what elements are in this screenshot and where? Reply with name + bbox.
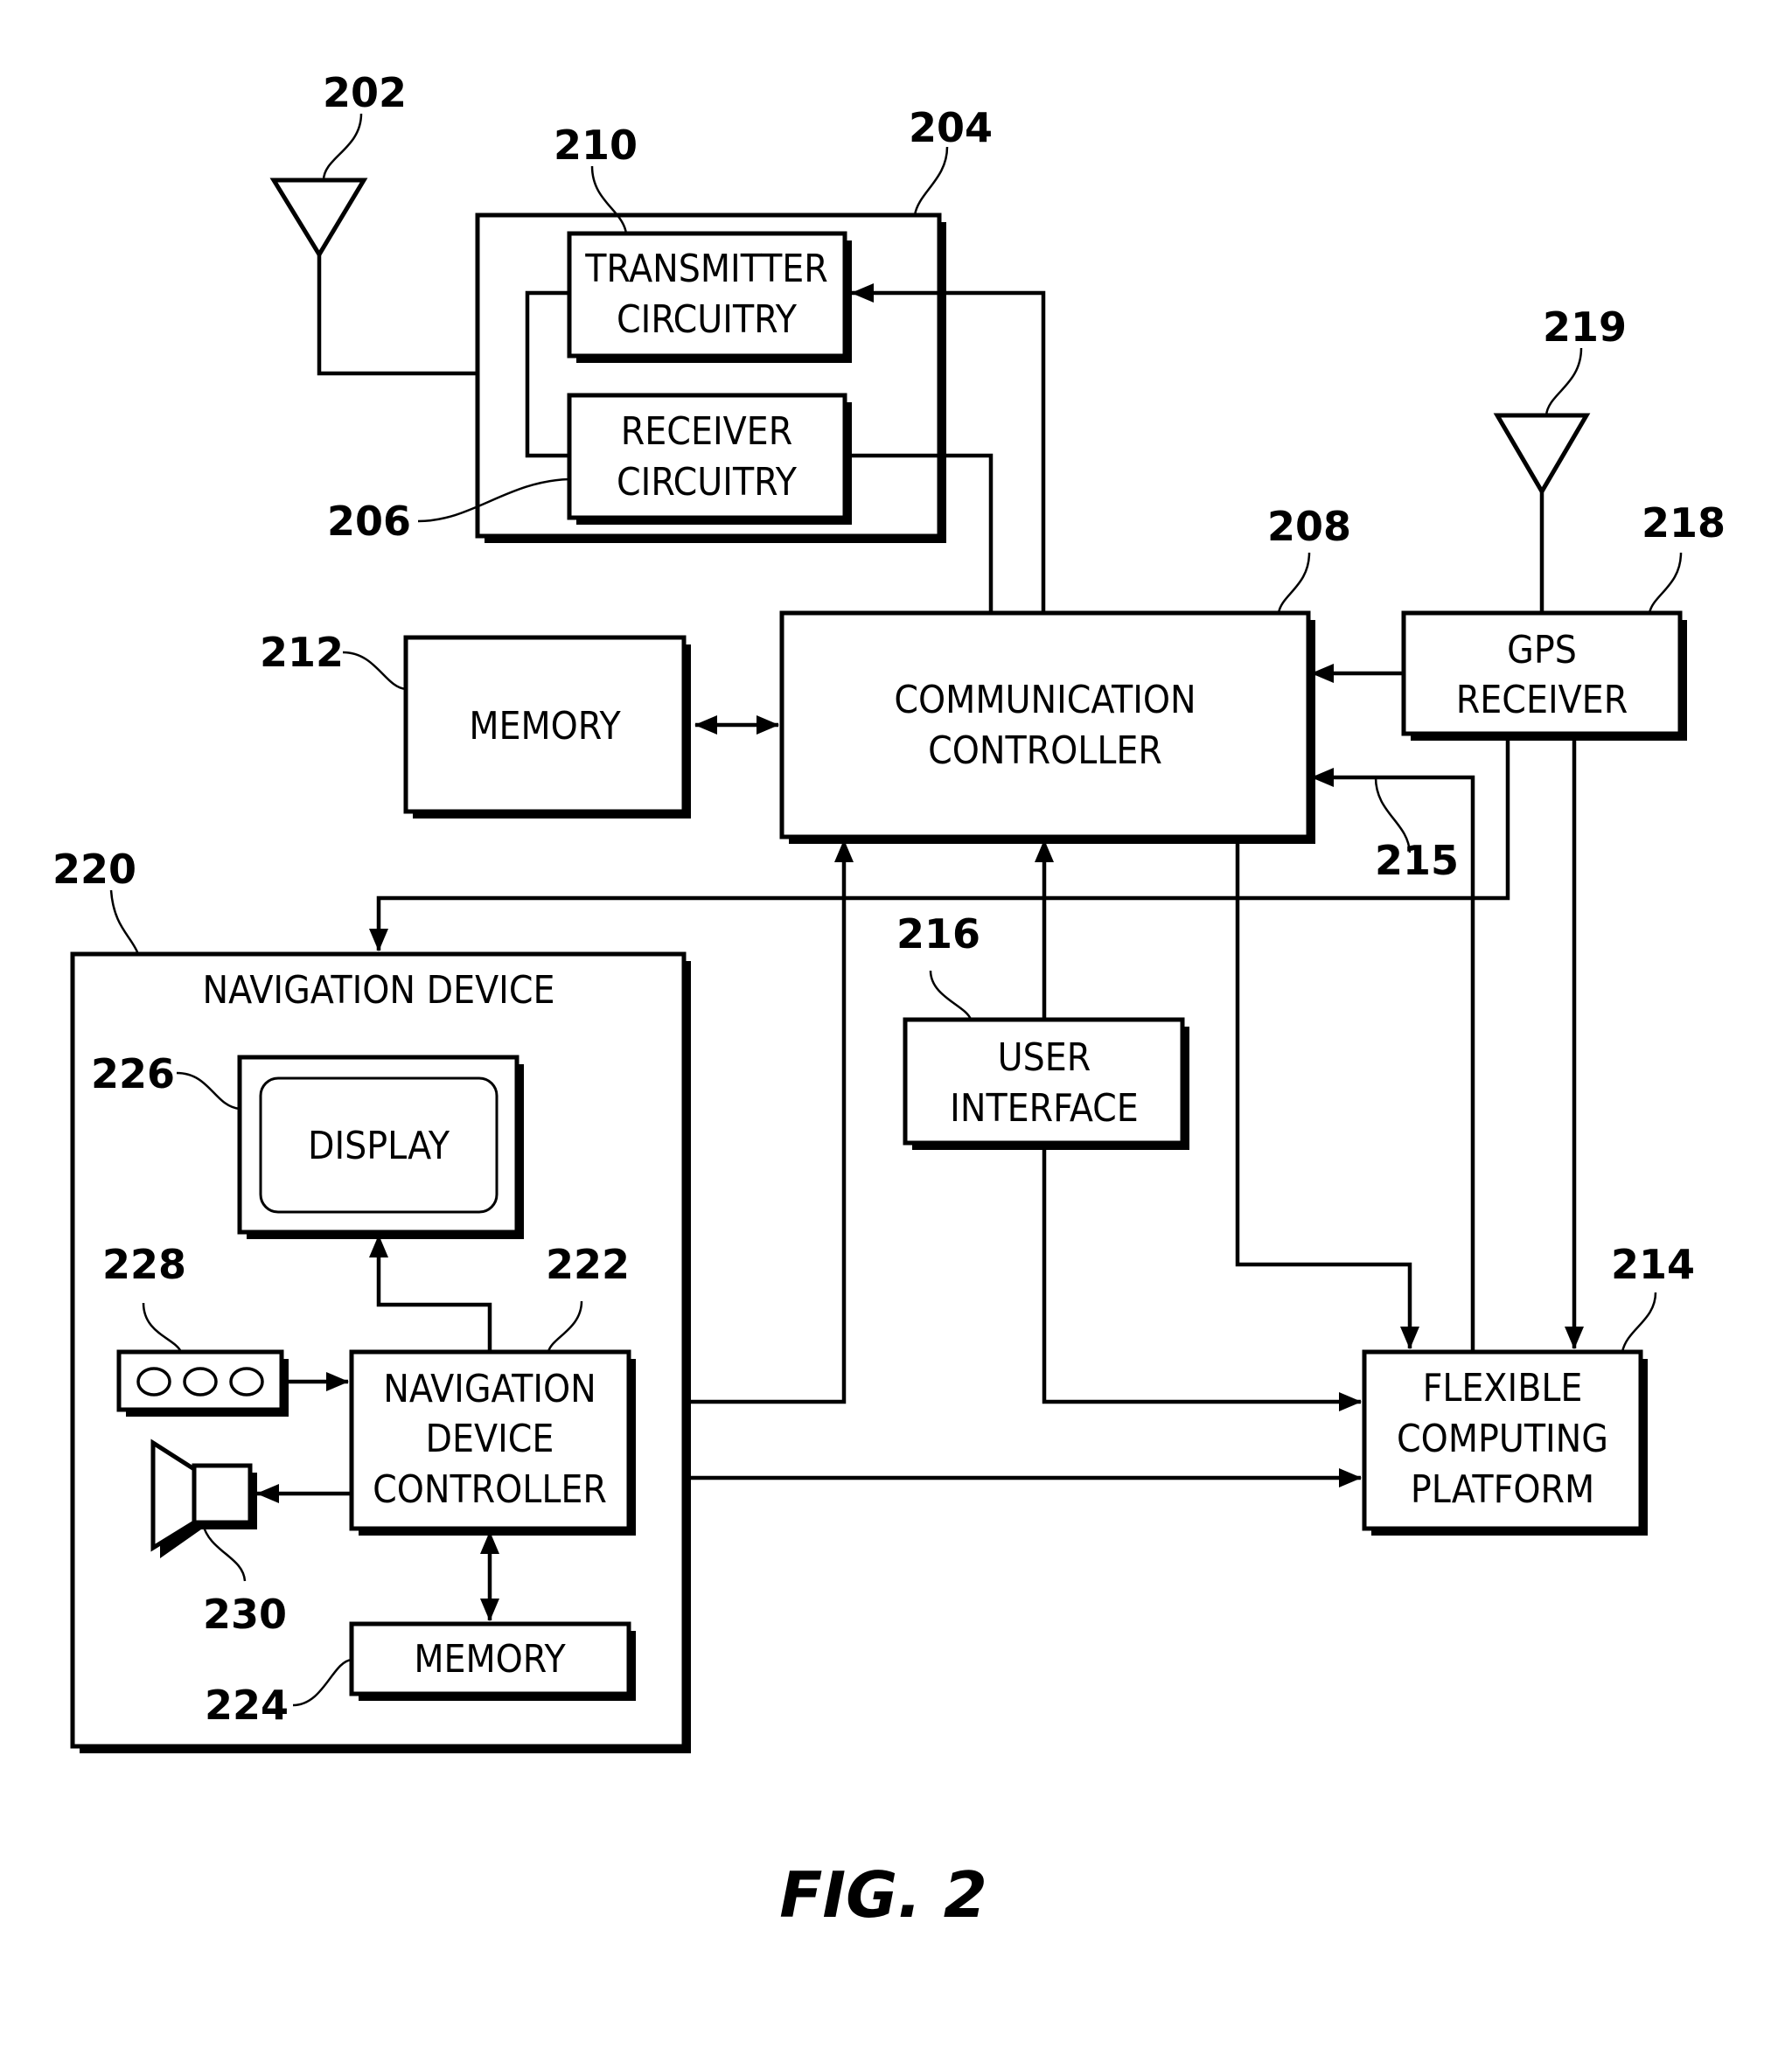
line-controller-to-platform <box>1235 837 1419 1349</box>
ref-label-226: 226 <box>91 1050 175 1097</box>
gps-antenna-icon <box>1493 413 1591 496</box>
memory-212-label: MEMORY <box>469 704 621 749</box>
ref-label-210: 210 <box>554 122 638 169</box>
communication-controller-block: COMMUNICATION CONTROLLER 208 <box>779 503 1351 844</box>
gps-label-line2: RECEIVER <box>1456 678 1628 722</box>
receiver-label-line2: CIRCUITRY <box>617 460 798 505</box>
block-diagram: 202 204 TRANSMITTER CIRCUITRY 210 RECEIV… <box>52 69 1726 1932</box>
ref-label-228: 228 <box>102 1241 186 1288</box>
navigation-device-block: NAVIGATION DEVICE 220 <box>52 846 691 1753</box>
ref-label-219: 219 <box>1543 303 1627 351</box>
memory-224-label: MEMORY <box>414 1637 566 1682</box>
comm-controller-label-line2: CONTROLLER <box>928 728 1162 773</box>
ref-label-214: 214 <box>1611 1241 1695 1288</box>
antenna-icon <box>269 178 368 259</box>
platform-label-line2: COMPUTING <box>1397 1417 1608 1461</box>
nav-controller-label-line2: DEVICE <box>426 1417 554 1461</box>
user-interface-label-line1: USER <box>998 1035 1091 1080</box>
ref-label-218: 218 <box>1642 499 1726 547</box>
ref-label-202: 202 <box>323 69 407 116</box>
comm-controller-label-line1: COMMUNICATION <box>894 678 1196 722</box>
figure-caption: FIG. 2 <box>779 1858 987 1932</box>
navigation-device-title: NAVIGATION DEVICE <box>203 968 555 1013</box>
platform-label-line1: FLEXIBLE <box>1423 1366 1583 1411</box>
receiver-label-line1: RECEIVER <box>621 409 792 454</box>
gps-label-line1: GPS <box>1507 628 1577 672</box>
gps-receiver-block: GPS RECEIVER 218 <box>1401 499 1726 741</box>
ref-label-215: 215 <box>1375 837 1459 884</box>
ref-label-216: 216 <box>896 910 980 958</box>
keypad-button-icon <box>183 1367 218 1397</box>
platform-label-line3: PLATFORM <box>1411 1467 1594 1512</box>
ref-label-208: 208 <box>1267 503 1351 550</box>
nav-controller-label-line1: NAVIGATION <box>383 1367 596 1411</box>
keypad-button-icon <box>136 1367 171 1397</box>
nav-controller-label-line3: CONTROLLER <box>373 1467 607 1512</box>
display-label: DISPLAY <box>308 1124 450 1168</box>
ref-label-222: 222 <box>546 1241 630 1288</box>
ref-label-204: 204 <box>909 104 993 151</box>
ref-label-230: 230 <box>203 1591 287 1638</box>
user-interface-label-line2: INTERFACE <box>950 1086 1139 1131</box>
line-ui-to-platform <box>1042 1143 1362 1411</box>
ref-label-220: 220 <box>52 846 136 893</box>
keypad-button-icon <box>229 1367 264 1397</box>
ref-label-224: 224 <box>205 1682 289 1729</box>
antenna-219: 219 <box>1493 303 1627 613</box>
memory-212-block: MEMORY 212 <box>260 629 691 819</box>
ref-label-206: 206 <box>327 498 411 545</box>
transmitter-circuitry-block: TRANSMITTER CIRCUITRY 210 <box>554 122 852 363</box>
receiver-circuitry-block: RECEIVER CIRCUITRY 206 <box>327 393 852 545</box>
transmitter-label-line1: TRANSMITTER <box>584 247 828 291</box>
ref-label-212: 212 <box>260 629 344 676</box>
flexible-computing-platform-block: FLEXIBLE COMPUTING PLATFORM 214 <box>1362 1241 1695 1536</box>
transmitter-label-line2: CIRCUITRY <box>617 297 798 342</box>
